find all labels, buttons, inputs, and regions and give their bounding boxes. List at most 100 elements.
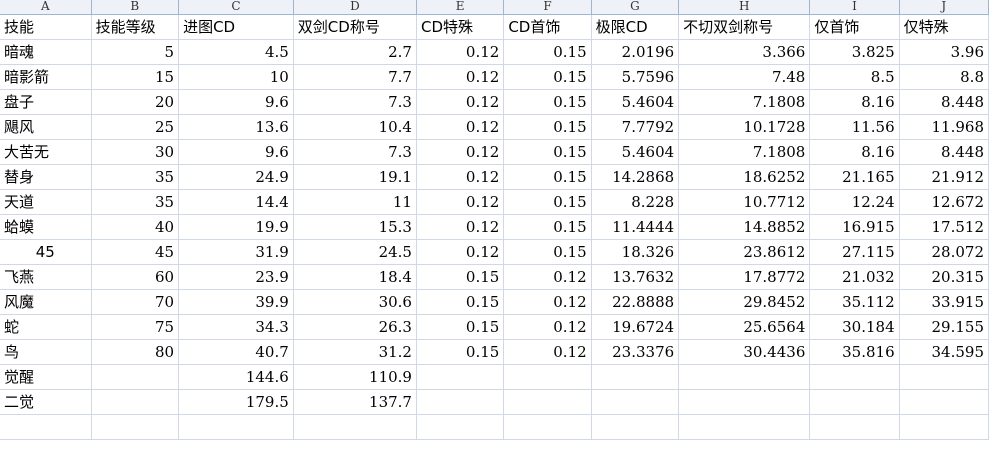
cell-a17[interactable] bbox=[0, 414, 92, 440]
cell-i7[interactable]: 21.165 bbox=[809, 164, 900, 190]
cell-i10[interactable]: 27.115 bbox=[809, 239, 900, 265]
cell-h4[interactable]: 7.1808 bbox=[678, 89, 811, 115]
cell-a13[interactable]: 蛇 bbox=[0, 314, 92, 340]
cell-f13[interactable]: 0.12 bbox=[503, 314, 592, 340]
cell-b13[interactable]: 75 bbox=[91, 314, 180, 340]
cell-d5[interactable]: 10.4 bbox=[293, 114, 417, 140]
cell-b15[interactable] bbox=[91, 364, 180, 390]
cell-b1[interactable]: 技能等级 bbox=[91, 14, 180, 40]
cell-j10[interactable]: 28.072 bbox=[899, 239, 989, 265]
cell-j3[interactable]: 8.8 bbox=[899, 64, 989, 90]
cell-a9[interactable]: 蛤蟆 bbox=[0, 214, 92, 240]
cell-j4[interactable]: 8.448 bbox=[899, 89, 989, 115]
cell-g5[interactable]: 7.7792 bbox=[591, 114, 680, 140]
cell-c5[interactable]: 13.6 bbox=[178, 114, 294, 140]
cell-a8[interactable]: 天道 bbox=[0, 189, 92, 215]
cell-i13[interactable]: 30.184 bbox=[809, 314, 900, 340]
cell-c14[interactable]: 40.7 bbox=[178, 339, 294, 365]
cell-h7[interactable]: 18.6252 bbox=[678, 164, 811, 190]
cell-c15[interactable]: 144.6 bbox=[178, 364, 294, 390]
column-header-f[interactable]: F bbox=[503, 0, 592, 15]
cell-j6[interactable]: 8.448 bbox=[899, 139, 989, 165]
cell-b6[interactable]: 30 bbox=[91, 139, 180, 165]
cell-h10[interactable]: 23.8612 bbox=[678, 239, 811, 265]
cell-b3[interactable]: 15 bbox=[91, 64, 180, 90]
cell-h13[interactable]: 25.6564 bbox=[678, 314, 811, 340]
cell-e16[interactable] bbox=[416, 389, 505, 415]
cell-f2[interactable]: 0.15 bbox=[503, 39, 592, 65]
cell-j8[interactable]: 12.672 bbox=[899, 189, 989, 215]
cell-i2[interactable]: 3.825 bbox=[809, 39, 900, 65]
column-header-g[interactable]: G bbox=[591, 0, 680, 15]
cell-j2[interactable]: 3.96 bbox=[899, 39, 989, 65]
cell-j9[interactable]: 17.512 bbox=[899, 214, 989, 240]
cell-e9[interactable]: 0.12 bbox=[416, 214, 505, 240]
cell-b17[interactable] bbox=[91, 414, 180, 440]
column-header-c[interactable]: C bbox=[178, 0, 294, 15]
cell-c8[interactable]: 14.4 bbox=[178, 189, 294, 215]
cell-f8[interactable]: 0.15 bbox=[503, 189, 592, 215]
cell-c4[interactable]: 9.6 bbox=[178, 89, 294, 115]
cell-c12[interactable]: 39.9 bbox=[178, 289, 294, 315]
cell-d14[interactable]: 31.2 bbox=[293, 339, 417, 365]
cell-f17[interactable] bbox=[503, 414, 592, 440]
cell-c11[interactable]: 23.9 bbox=[178, 264, 294, 290]
cell-e4[interactable]: 0.12 bbox=[416, 89, 505, 115]
cell-i12[interactable]: 35.112 bbox=[809, 289, 900, 315]
cell-e14[interactable]: 0.15 bbox=[416, 339, 505, 365]
cell-c1[interactable]: 进图CD bbox=[178, 14, 294, 40]
cell-j15[interactable] bbox=[899, 364, 989, 390]
cell-j14[interactable]: 34.595 bbox=[899, 339, 989, 365]
cell-a11[interactable]: 飞燕 bbox=[0, 264, 92, 290]
cell-c3[interactable]: 10 bbox=[178, 64, 294, 90]
cell-j13[interactable]: 29.155 bbox=[899, 314, 989, 340]
cell-i4[interactable]: 8.16 bbox=[809, 89, 900, 115]
cell-b2[interactable]: 5 bbox=[91, 39, 180, 65]
cell-d9[interactable]: 15.3 bbox=[293, 214, 417, 240]
cell-e10[interactable]: 0.12 bbox=[416, 239, 505, 265]
cell-g14[interactable]: 23.3376 bbox=[591, 339, 680, 365]
cell-f14[interactable]: 0.12 bbox=[503, 339, 592, 365]
cell-b9[interactable]: 40 bbox=[91, 214, 180, 240]
cell-c17[interactable] bbox=[178, 414, 294, 440]
cell-b7[interactable]: 35 bbox=[91, 164, 180, 190]
cell-d2[interactable]: 2.7 bbox=[293, 39, 417, 65]
cell-j1[interactable]: 仅特殊 bbox=[899, 14, 989, 40]
cell-h14[interactable]: 30.4436 bbox=[678, 339, 811, 365]
cell-d4[interactable]: 7.3 bbox=[293, 89, 417, 115]
cell-j12[interactable]: 33.915 bbox=[899, 289, 989, 315]
spreadsheet-grid[interactable]: A B C D E F G H I J 技能 技能等级 进图CD 双剑CD称号 CD特殊 CD首饰 极限CD 不切… bbox=[0, 0, 989, 461]
cell-i1[interactable]: 仅首饰 bbox=[809, 14, 900, 40]
cell-i8[interactable]: 12.24 bbox=[809, 189, 900, 215]
cell-d3[interactable]: 7.7 bbox=[293, 64, 417, 90]
cell-f12[interactable]: 0.12 bbox=[503, 289, 592, 315]
cell-f7[interactable]: 0.15 bbox=[503, 164, 592, 190]
cell-h16[interactable] bbox=[678, 389, 811, 415]
cell-e1[interactable]: CD特殊 bbox=[416, 14, 505, 40]
cell-e3[interactable]: 0.12 bbox=[416, 64, 505, 90]
cell-c7[interactable]: 24.9 bbox=[178, 164, 294, 190]
cell-i9[interactable]: 16.915 bbox=[809, 214, 900, 240]
cell-e2[interactable]: 0.12 bbox=[416, 39, 505, 65]
cell-a4[interactable]: 盘子 bbox=[0, 89, 92, 115]
cell-b16[interactable] bbox=[91, 389, 180, 415]
cell-a7[interactable]: 替身 bbox=[0, 164, 92, 190]
cell-d15[interactable]: 110.9 bbox=[293, 364, 417, 390]
cell-g6[interactable]: 5.4604 bbox=[591, 139, 680, 165]
cell-i6[interactable]: 8.16 bbox=[809, 139, 900, 165]
cell-d17[interactable] bbox=[293, 414, 417, 440]
column-header-b[interactable]: B bbox=[91, 0, 180, 15]
cell-a14[interactable]: 鸟 bbox=[0, 339, 92, 365]
cell-d1[interactable]: 双剑CD称号 bbox=[293, 14, 417, 40]
cell-g17[interactable] bbox=[591, 414, 680, 440]
cell-f4[interactable]: 0.15 bbox=[503, 89, 592, 115]
cell-d10[interactable]: 24.5 bbox=[293, 239, 417, 265]
column-header-h[interactable]: H bbox=[678, 0, 811, 15]
cell-f6[interactable]: 0.15 bbox=[503, 139, 592, 165]
cell-e13[interactable]: 0.15 bbox=[416, 314, 505, 340]
cell-d13[interactable]: 26.3 bbox=[293, 314, 417, 340]
cell-f9[interactable]: 0.15 bbox=[503, 214, 592, 240]
cell-d8[interactable]: 11 bbox=[293, 189, 417, 215]
cell-e15[interactable] bbox=[416, 364, 505, 390]
cell-i11[interactable]: 21.032 bbox=[809, 264, 900, 290]
